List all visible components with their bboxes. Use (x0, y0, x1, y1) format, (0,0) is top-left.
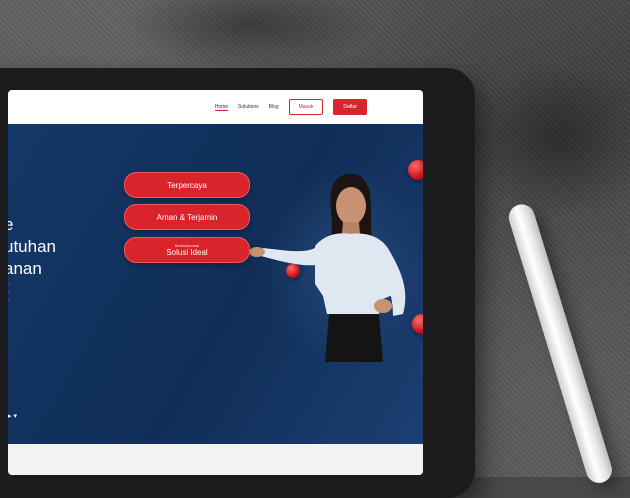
pill-label: Aman & Terjamin (156, 212, 218, 222)
nav-link-home[interactable]: Home (214, 104, 229, 111)
hero-desc-line: ... (8, 281, 11, 287)
feature-pill-secure[interactable]: Aman & Terjamin (124, 204, 250, 230)
pill-sublabel: Berkolaborasi (174, 243, 200, 248)
pill-label: Solusi Ideal (166, 248, 208, 257)
feature-pill-trusted[interactable]: Terpercaya (124, 172, 250, 198)
nav-link-blog[interactable]: Blog (269, 104, 279, 110)
scroll-indicator-icon[interactable]: ▸ ▾ (8, 412, 17, 420)
login-button[interactable]: Masuk (288, 99, 324, 115)
nav-link-solutions[interactable]: Solutions (238, 104, 259, 110)
top-navbar: Home Solutions Blog Masuk Daftar (8, 90, 423, 124)
decor-sphere (286, 264, 300, 278)
hero-section: Terpercaya Aman & Terjamin Berkolaborasi… (8, 124, 423, 444)
signup-button[interactable]: Daftar (333, 99, 367, 115)
hero-title-line: anan (8, 259, 42, 278)
hero-title: e utuhan anan (8, 214, 56, 280)
hero-desc-line: ... (8, 289, 11, 295)
decor-sphere (408, 160, 423, 180)
feature-pill-solution[interactable]: Berkolaborasi Solusi Ideal (124, 237, 250, 263)
hero-title-line: e (8, 215, 14, 234)
tablet-screen: Home Solutions Blog Masuk Daftar Terperc… (8, 90, 423, 475)
pill-label: Terpercaya (167, 180, 207, 190)
next-section-strip (8, 444, 423, 475)
presenter-illustration (249, 173, 406, 362)
hero-description: ... ... ... (8, 280, 10, 304)
hero-desc-line: ... (8, 297, 11, 303)
hero-title-line: utuhan (8, 237, 56, 256)
tablet-device: Home Solutions Blog Masuk Daftar Terperc… (0, 68, 475, 498)
